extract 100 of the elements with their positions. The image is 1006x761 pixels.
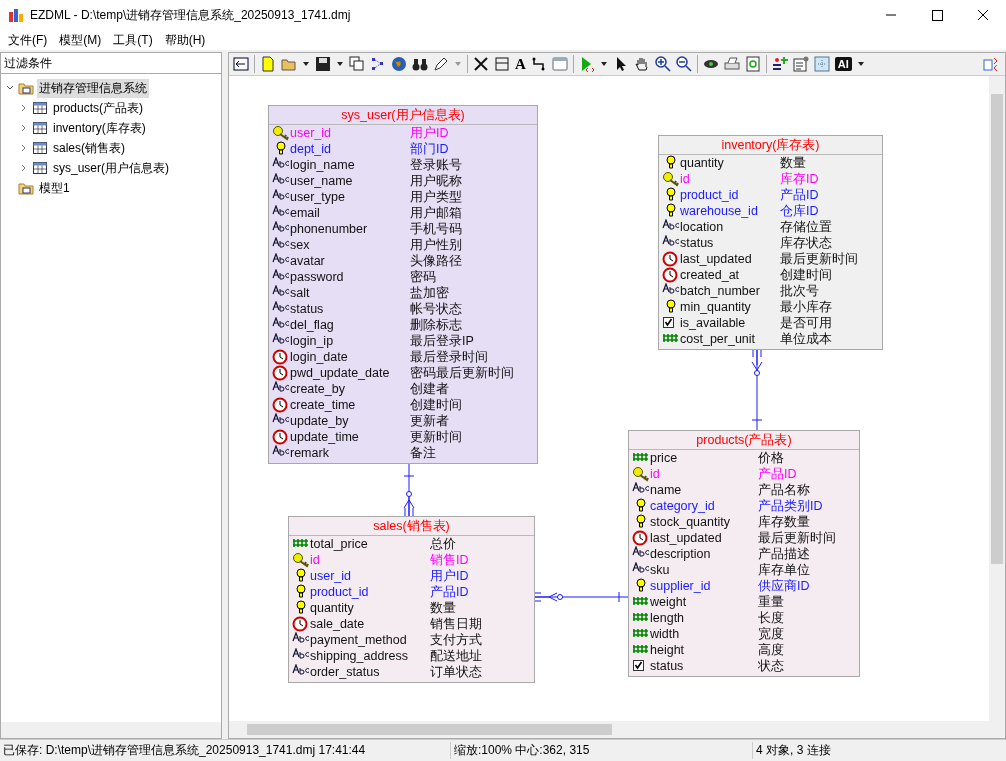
field-name: id <box>310 552 321 568</box>
field-comment: 批次号 <box>780 283 820 299</box>
field-comment: 最后更新时间 <box>758 530 837 546</box>
tree-item[interactable]: products(产品表) <box>51 98 146 118</box>
field-name: sex <box>290 237 311 253</box>
field-name: user_type <box>290 189 346 205</box>
entity-table[interactable]: products(产品表) price 价格 id 产品ID name 产品名称 category_id 产品类别ID stock_quantity 库存数量 last_updated 最后更新时间 description 产品描述 sku 库存单位 supplier_id 供应商ID weight 重量 length 长度 width 宽度 height 高度 status 状态 <box>628 430 860 677</box>
field-comment: 是否可用 <box>780 315 833 331</box>
entity-table[interactable] <box>658 135 883 350</box>
field-comment: 用户ID <box>410 125 450 141</box>
field-comment: 宽度 <box>758 626 785 642</box>
clock-icon <box>662 251 680 267</box>
tree-item[interactable]: sales(销售表) <box>51 138 127 158</box>
field-name: remark <box>290 445 330 461</box>
field-comment: 状态 <box>758 658 785 674</box>
zoom-out-icon[interactable] <box>675 56 692 72</box>
field-name: status <box>680 235 715 251</box>
connector-icon[interactable] <box>530 56 547 72</box>
nodes-icon[interactable] <box>370 56 386 72</box>
field-name: quantity <box>680 155 725 171</box>
key-icon <box>632 466 650 482</box>
table-icon <box>32 100 48 116</box>
field-name: price <box>650 450 679 466</box>
field-comment: 配送地址 <box>430 648 483 664</box>
field-name: is_available <box>680 315 747 331</box>
clock-icon <box>272 365 290 381</box>
field-name: sku <box>650 562 671 578</box>
field-name: stock_quantity <box>650 514 731 530</box>
binoculars-icon[interactable] <box>412 56 428 72</box>
field-comment: 长度 <box>758 610 785 626</box>
horizontal-scrollbar[interactable] <box>1 722 221 738</box>
tree-item[interactable]: 模型1 <box>37 178 72 198</box>
field-name: created_at <box>680 267 741 283</box>
field-comment: 用户性别 <box>410 237 463 253</box>
back-icon[interactable] <box>233 56 249 72</box>
field-name: user_id <box>290 125 332 141</box>
field-name: user_id <box>310 568 352 584</box>
field-name: product_id <box>310 584 370 600</box>
field-name: length <box>650 610 686 626</box>
field-comment: 数量 <box>780 155 807 171</box>
field-comment: 库存单位 <box>758 562 811 578</box>
field-comment: 最后登录时间 <box>410 349 489 365</box>
field-comment: 支付方式 <box>430 632 483 648</box>
ai-button[interactable]: AI <box>834 57 852 71</box>
field-name: quantity <box>310 600 355 616</box>
field-comment: 产品ID <box>780 187 820 203</box>
field-name: avatar <box>290 253 326 269</box>
field-name: cost_per_unit <box>680 331 757 347</box>
field-comment: 手机号码 <box>410 221 463 237</box>
new-document-icon[interactable] <box>260 56 276 72</box>
filter-label: 过滤条件 <box>0 52 222 74</box>
field-comment: 产品类别ID <box>758 498 824 514</box>
table-title: inventory(库存表) <box>659 136 882 155</box>
properties-icon[interactable] <box>792 56 809 72</box>
windows-icon[interactable] <box>349 56 365 72</box>
field-name: order_status <box>310 664 381 680</box>
field-comment: 订单状态 <box>430 664 483 680</box>
model-folder-icon <box>18 180 34 196</box>
menu-item[interactable]: 工具(T) <box>107 31 159 49</box>
field-comment: 高度 <box>758 642 785 658</box>
menu-item[interactable]: 文件(F) <box>2 31 54 49</box>
field-name: product_id <box>680 187 740 203</box>
status-text: 4 对象, 3 连接 <box>755 742 832 759</box>
delete-icon[interactable] <box>473 56 489 72</box>
relationship-line <box>403 462 415 517</box>
table-icon <box>32 140 48 156</box>
field-comment: 用户昵称 <box>410 173 463 189</box>
entity-table[interactable] <box>268 105 538 464</box>
field-comment: 盐加密 <box>410 285 450 301</box>
key-icon <box>662 171 680 187</box>
field-name: height <box>650 642 686 658</box>
field-comment: 产品ID <box>430 584 470 600</box>
menu-item[interactable]: 帮助(H) <box>158 31 212 49</box>
field-name: salt <box>290 285 311 301</box>
tree-item[interactable]: 进销存管理信息系统 <box>37 78 149 98</box>
field-name: login_date <box>290 349 349 365</box>
clock-icon <box>632 530 650 546</box>
zoom-in-icon[interactable] <box>654 56 671 72</box>
entity-table[interactable]: sales(销售表) total_price 总价 id 销售ID user_id 用户ID product_id 产品ID quantity 数量 sale_date 销售日期 payment_method 支付方式 shipping_address 配送地址 order_status 订单状态 <box>288 516 535 683</box>
table-icon[interactable] <box>494 56 510 72</box>
field-comment: 存储位置 <box>780 219 833 235</box>
field-comment: 库存数量 <box>758 514 811 530</box>
field-comment: 备注 <box>410 445 437 461</box>
clock-icon <box>662 267 680 283</box>
add-field-icon[interactable] <box>771 56 788 72</box>
horizontal-scrollbar[interactable] <box>229 721 1005 738</box>
folder-icon[interactable] <box>281 56 297 72</box>
tree-item[interactable]: inventory(库存表) <box>51 118 148 138</box>
pencil-icon[interactable] <box>433 56 449 72</box>
printer-icon[interactable] <box>723 56 740 72</box>
field-name: batch_number <box>680 283 761 299</box>
menu-item[interactable]: 模型(M) <box>53 31 108 49</box>
switch-panel-icon[interactable] <box>983 56 999 72</box>
vertical-scrollbar[interactable] <box>989 76 1005 721</box>
field-comment: 更新者 <box>410 413 450 429</box>
field-comment: 最后登录IP <box>410 333 475 349</box>
text-tool-button[interactable]: A <box>515 56 526 72</box>
globe-icon[interactable] <box>391 56 407 72</box>
tree-item[interactable]: sys_user(用户信息表) <box>51 158 171 178</box>
status-text: 缩放:100% 中心:362, 315 <box>451 742 753 759</box>
